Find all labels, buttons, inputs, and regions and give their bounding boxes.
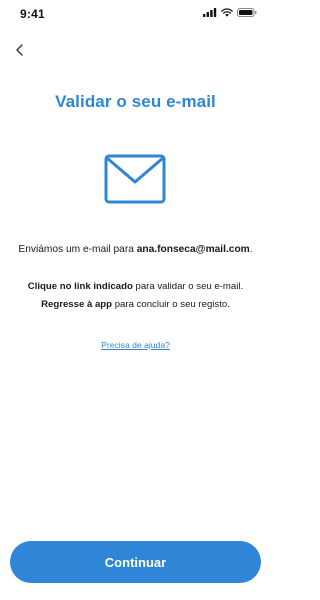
help-link[interactable]: Precisa de ajuda?: [0, 340, 271, 350]
email-address: ana.fonseca@mail.com: [136, 244, 250, 255]
envelope-icon: [104, 154, 166, 204]
instruction-step-2: Regresse à app para concluir o seu regis…: [0, 299, 271, 310]
page-title: Validar o seu e-mail: [55, 92, 216, 111]
battery-icon: [237, 8, 257, 17]
step1-rest: para validar o seu e-mail.: [132, 281, 244, 292]
step2-bold: Regresse à app: [41, 299, 113, 310]
wifi-icon: [221, 8, 233, 17]
status-bar: 9:41: [0, 0, 271, 26]
sent-suffix: .: [249, 244, 253, 255]
back-button[interactable]: [10, 40, 30, 60]
sent-prefix: Enviámos um e-mail para: [18, 244, 137, 255]
step2-rest: para concluir o seu registo.: [112, 299, 230, 310]
status-time: 9:41: [20, 7, 45, 21]
continue-button[interactable]: Continuar: [10, 541, 261, 583]
chevron-left-icon: [16, 44, 23, 56]
signal-icon: [203, 8, 217, 17]
email-sent-message: Enviámos um e-mail para ana.fonseca@mail…: [0, 244, 271, 255]
status-icons: [203, 8, 257, 17]
instruction-step-1: Clique no link indicado para validar o s…: [0, 281, 271, 292]
step1-bold: Clique no link indicado: [27, 281, 133, 292]
